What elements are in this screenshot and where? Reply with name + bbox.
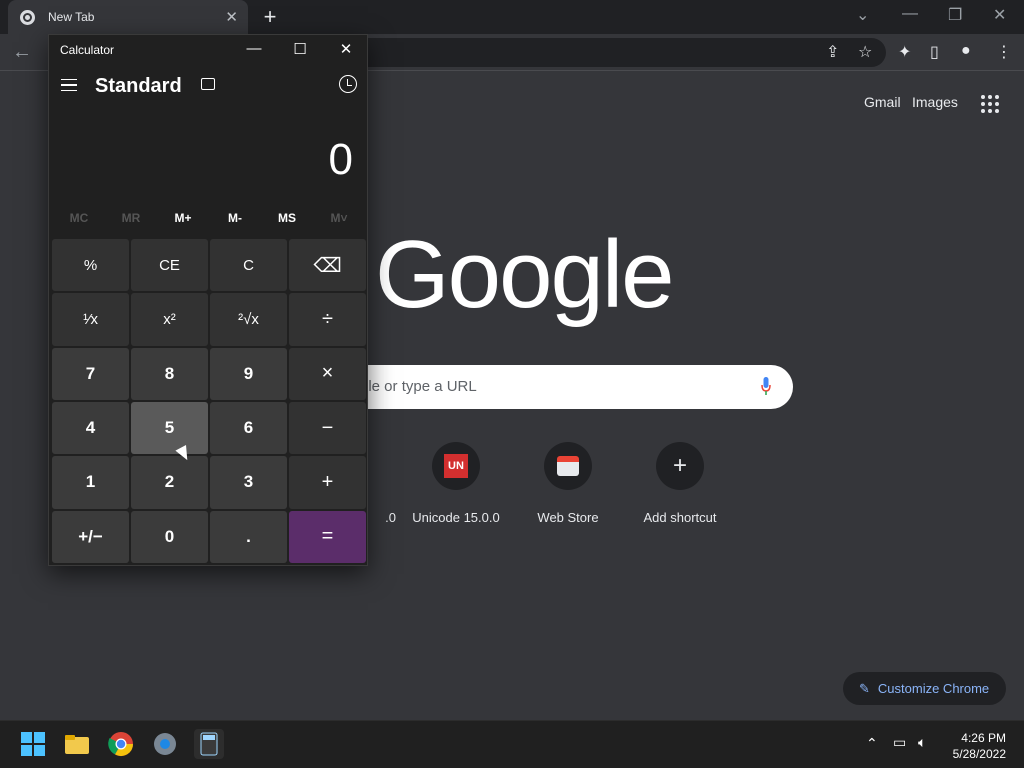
gmail-link[interactable]: Gmail (864, 94, 901, 110)
add-button[interactable]: + (289, 456, 366, 509)
close-button[interactable]: ✕ (331, 40, 361, 58)
volume-icon[interactable]: 🔈︎ (918, 734, 926, 751)
calculator-window: Calculator — ☐ ✕ Standard 0 MC MR M+ M- … (48, 34, 368, 566)
customize-label: Customize Chrome (877, 681, 990, 696)
digit-7-button[interactable]: 7 (52, 347, 129, 400)
extensions-puzzle-icon[interactable]: ✦ (898, 42, 911, 62)
time: 4:26 PM (961, 731, 1006, 745)
tab-new-tab[interactable]: New Tab ✕ (8, 0, 248, 34)
memory-list-button[interactable]: M˅ (313, 211, 365, 231)
mode-title: Standard (95, 75, 182, 97)
search-placeholder: gle or type a URL (360, 378, 477, 395)
shortcut-label: Web Store (537, 510, 599, 525)
shortcut-add[interactable]: + Add shortcut (625, 442, 735, 525)
images-link[interactable]: Images (912, 94, 958, 110)
digit-8-button[interactable]: 8 (131, 347, 208, 400)
percent-button[interactable]: % (52, 239, 129, 292)
memory-row: MC MR M+ M- MS M˅ (53, 211, 365, 231)
memory-clear-button[interactable]: MC (53, 211, 105, 231)
file-explorer-icon[interactable] (62, 729, 92, 759)
microphone-icon[interactable] (761, 377, 771, 395)
backspace-button[interactable]: ⌫ (289, 239, 366, 292)
subtract-button[interactable]: − (289, 401, 366, 455)
divide-button[interactable]: ÷ (289, 293, 366, 346)
web-store-icon (544, 442, 592, 490)
bookmark-star-icon[interactable]: ☆ (858, 42, 872, 62)
menu-icon[interactable] (61, 79, 77, 91)
keypad: % CE C ⌫ ¹⁄x x² ²√x ÷ 7 8 9 × 4 5 6 − 1 … (52, 239, 366, 563)
digit-0-button[interactable]: 0 (131, 510, 208, 563)
digit-2-button[interactable]: 2 (131, 456, 208, 509)
google-apps-icon[interactable] (981, 95, 999, 113)
memory-recall-button[interactable]: MR (105, 211, 157, 231)
equals-button[interactable]: = (289, 510, 366, 563)
tab-search-icon[interactable]: ⌄ (856, 5, 869, 25)
tab-title: New Tab (48, 10, 95, 24)
window-title: Calculator (60, 43, 115, 57)
result-display: 0 (328, 135, 353, 184)
memory-add-button[interactable]: M+ (157, 211, 209, 231)
digit-5-button[interactable]: 5 (131, 401, 208, 455)
share-icon[interactable]: ⇪ (826, 42, 839, 62)
chrome-tab-strip: New Tab ✕ + ⌄ — ❐ ✕ (0, 0, 1024, 34)
shortcut-web-store[interactable]: Web Store (513, 442, 623, 525)
maximize-button[interactable]: ☐ (285, 40, 315, 58)
windows-start-icon[interactable] (18, 729, 48, 759)
clock[interactable]: 4:26 PM 5/28/2022 (953, 730, 1006, 762)
close-window-button[interactable]: ✕ (993, 5, 1006, 25)
minimize-button[interactable]: — (902, 5, 918, 23)
multiply-button[interactable]: × (289, 347, 366, 400)
shortcut-label: Add shortcut (643, 510, 717, 525)
shortcut-label: Unicode 15.0.0 (412, 510, 500, 525)
keep-on-top-icon[interactable] (201, 78, 215, 90)
digit-4-button[interactable]: 4 (52, 401, 129, 455)
network-icon[interactable]: ▭ (893, 734, 906, 751)
windows-taskbar: ⌃ ▭ 🔈︎ 4:26 PM 5/28/2022 (0, 720, 1024, 768)
google-logo: Google (375, 221, 675, 328)
memory-store-button[interactable]: MS (261, 211, 313, 231)
settings-gear-icon[interactable] (150, 729, 180, 759)
chevron-up-icon[interactable]: ⌃ (866, 735, 878, 752)
square-button[interactable]: x² (131, 293, 208, 346)
chrome-favicon-icon (20, 9, 35, 25)
customize-chrome-button[interactable]: ✎ Customize Chrome (843, 672, 1006, 705)
clear-button[interactable]: C (210, 239, 287, 292)
digit-6-button[interactable]: 6 (210, 401, 287, 455)
square-root-button[interactable]: ²√x (210, 293, 287, 346)
unicode-icon: UN (432, 442, 480, 490)
history-icon[interactable] (339, 75, 357, 93)
side-panel-icon[interactable]: ▯ (930, 42, 939, 62)
new-tab-button[interactable]: + (258, 4, 282, 30)
search-input[interactable]: gle or type a URL (300, 365, 793, 409)
date: 5/28/2022 (952, 747, 1006, 761)
reciprocal-button[interactable]: ¹⁄x (52, 293, 129, 346)
add-icon: + (656, 442, 704, 490)
memory-subtract-button[interactable]: M- (209, 211, 261, 231)
digit-1-button[interactable]: 1 (52, 456, 129, 509)
minimize-button[interactable]: — (239, 40, 269, 57)
digit-3-button[interactable]: 3 (210, 456, 287, 509)
pencil-icon: ✎ (859, 680, 870, 696)
restore-button[interactable]: ❐ (948, 5, 962, 25)
shortcut-unicode[interactable]: UN Unicode 15.0.0 (401, 442, 511, 525)
calculator-taskbar-icon[interactable] (194, 729, 224, 759)
clear-entry-button[interactable]: CE (131, 239, 208, 292)
chrome-menu-icon[interactable]: ⋮ (996, 42, 1012, 62)
negate-button[interactable]: +/− (52, 510, 129, 563)
digit-9-button[interactable]: 9 (210, 347, 287, 400)
decimal-button[interactable]: . (210, 510, 287, 563)
profile-avatar-icon[interactable]: ● (961, 42, 971, 60)
tab-close-icon[interactable]: ✕ (225, 8, 238, 26)
chrome-taskbar-icon[interactable] (106, 729, 136, 759)
back-arrow-icon[interactable]: ← (12, 41, 32, 64)
